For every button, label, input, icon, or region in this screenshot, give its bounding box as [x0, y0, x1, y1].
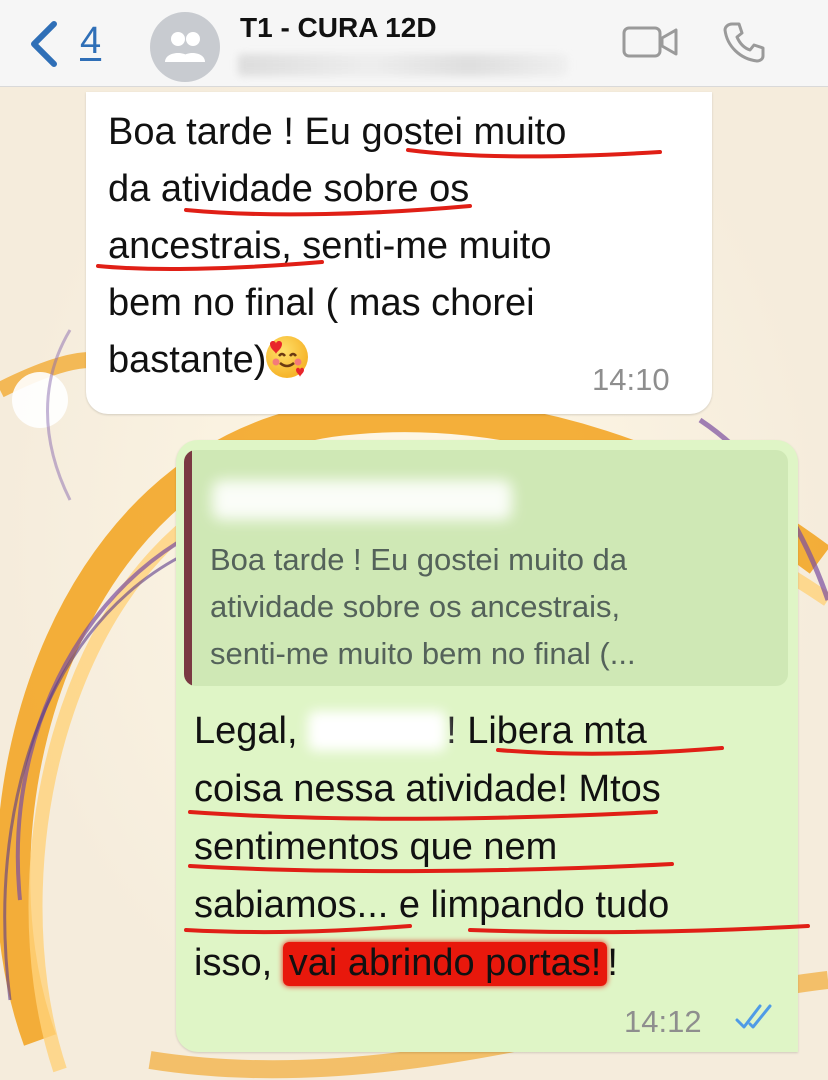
message-line: Boa tarde ! Eu gostei muito [108, 111, 567, 153]
message-fragment: isso, [194, 942, 273, 984]
message-text: Boa tarde ! Eu gostei muito da atividade… [108, 104, 698, 389]
message-line: coisa nessa atividade! Mtos [194, 768, 661, 810]
quoted-line: senti-me muito bem no final (... [210, 636, 636, 671]
message-timestamp: 14:12 [624, 1004, 702, 1039]
incoming-message-bubble[interactable]: Boa tarde ! Eu gostei muito da atividade… [86, 92, 712, 414]
redacted-name [308, 711, 447, 751]
group-icon [165, 32, 205, 62]
unread-count-back-link[interactable]: 4 [80, 20, 101, 63]
message-line: sabiamos... e limpando tudo [194, 884, 670, 926]
quoted-reply[interactable]: Boa tarde ! Eu gostei muito da atividade… [184, 450, 788, 686]
quoted-sender-name-redacted [212, 480, 512, 520]
highlighted-phrase: vai abrindo portas! [282, 942, 608, 986]
chat-header: 4 T1 - CURA 12D [0, 0, 828, 87]
message-fragment: Legal, [194, 710, 298, 752]
message-fragment: ! Libera mta [446, 710, 647, 752]
message-line: da atividade sobre os [108, 168, 470, 210]
smiling-face-with-hearts-icon [266, 336, 309, 378]
chat-title[interactable]: T1 - CURA 12D [240, 12, 437, 44]
quoted-line: Boa tarde ! Eu gostei muito da [210, 542, 628, 577]
message-line: sentimentos que nem [194, 826, 558, 868]
message-fragment: ! [607, 942, 618, 984]
video-call-icon[interactable] [622, 24, 678, 60]
back-chevron-icon[interactable] [24, 20, 64, 68]
message-line: bem no final ( mas chorei [108, 282, 535, 324]
message-line: bastante) [108, 339, 267, 381]
group-avatar[interactable] [150, 12, 220, 82]
phone-call-icon[interactable] [722, 20, 766, 64]
double-check-read-icon [735, 1004, 772, 1029]
message-text: Legal, ! Libera mta coisa nessa atividad… [194, 702, 784, 992]
quoted-message-text: Boa tarde ! Eu gostei muito da atividade… [210, 536, 770, 677]
message-line: ancestrais, senti-me muito [108, 225, 552, 267]
outgoing-message-bubble[interactable]: Boa tarde ! Eu gostei muito da atividade… [176, 440, 798, 1052]
quoted-line: atividade sobre os ancestrais, [210, 589, 621, 624]
group-members-subtitle [238, 54, 568, 76]
quote-accent-bar [184, 450, 192, 686]
message-timestamp: 14:10 [592, 362, 670, 397]
